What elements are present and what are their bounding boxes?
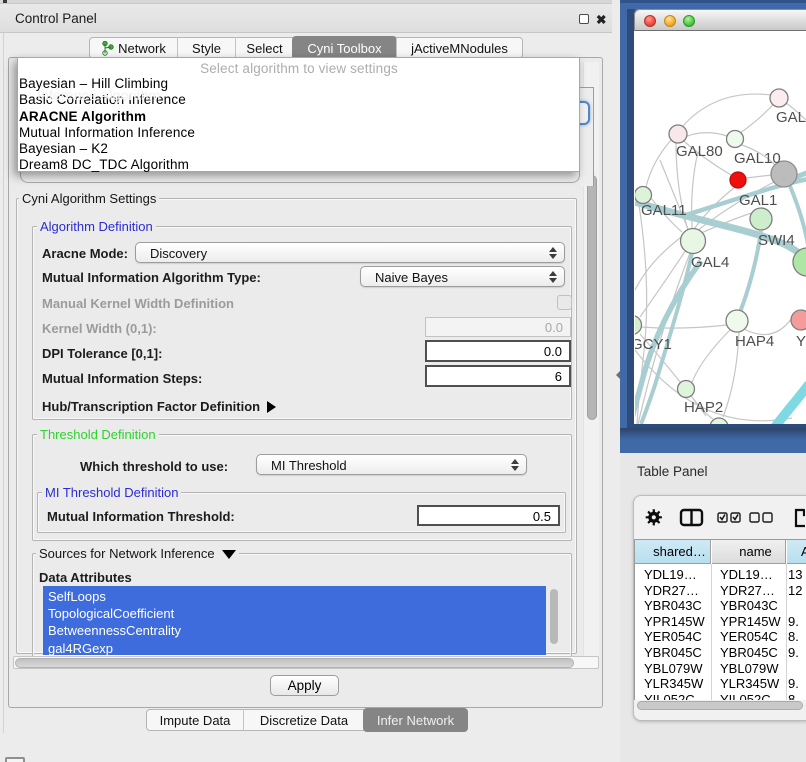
svg-text:HAP2: HAP2 (684, 399, 723, 416)
svg-text:SWI4: SWI4 (758, 232, 795, 249)
svg-text:GAL10: GAL10 (734, 150, 781, 167)
svg-text:YD: YD (796, 333, 806, 350)
svg-text:GAL4: GAL4 (691, 254, 729, 271)
svg-text:GAL1: GAL1 (739, 192, 777, 209)
svg-text:GAL11: GAL11 (641, 202, 687, 219)
svg-text:HAP4: HAP4 (735, 333, 774, 350)
svg-text:GCY1: GCY1 (635, 336, 672, 353)
svg-text:GAL80: GAL80 (676, 143, 723, 160)
svg-text:GAL2: GAL2 (776, 109, 806, 126)
